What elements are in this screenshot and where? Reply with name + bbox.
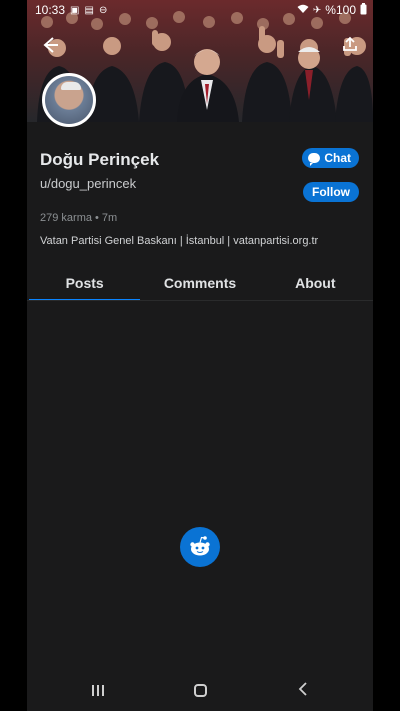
back-arrow-icon[interactable] bbox=[39, 34, 61, 56]
image-icon: ▤ bbox=[84, 4, 94, 16]
loading-snoo-icon bbox=[180, 527, 220, 567]
tabs-divider bbox=[27, 300, 373, 301]
display-name: Doğu Perinçek bbox=[40, 150, 160, 169]
left-letterbox bbox=[0, 0, 27, 711]
avatar-hair bbox=[61, 82, 81, 90]
phone-screen: 10:33 ▣ ▤ ⊖ ✈ %100 Doğu Perinçek u/dogu_… bbox=[27, 0, 373, 711]
system-nav-bar bbox=[27, 669, 373, 711]
battery-icon bbox=[360, 2, 367, 18]
right-letterbox bbox=[373, 0, 400, 711]
tab-about[interactable]: About bbox=[258, 267, 373, 301]
karma-meta: 279 karma • 7m bbox=[40, 212, 118, 224]
chat-icon bbox=[308, 153, 321, 166]
avatar[interactable] bbox=[42, 73, 96, 127]
tab-posts[interactable]: Posts bbox=[27, 267, 142, 301]
chat-label: Chat bbox=[324, 151, 351, 165]
follow-button[interactable]: Follow bbox=[303, 182, 359, 202]
circle-icon: ⊖ bbox=[98, 4, 108, 16]
nav-back-icon[interactable] bbox=[298, 681, 308, 699]
wifi-icon bbox=[297, 4, 309, 17]
follow-label: Follow bbox=[312, 185, 350, 199]
username: u/dogu_perincek bbox=[40, 176, 137, 191]
airplane-icon: ✈ bbox=[312, 4, 322, 16]
chat-button[interactable]: Chat bbox=[302, 148, 359, 168]
home-icon[interactable] bbox=[194, 683, 208, 697]
profile-tabs: Posts Comments About bbox=[27, 267, 373, 301]
status-time: 10:33 bbox=[35, 3, 66, 17]
profile-bio: Vatan Partisi Genel Baskanı | İstanbul |… bbox=[40, 235, 319, 247]
tab-comments[interactable]: Comments bbox=[142, 267, 257, 301]
status-bar: 10:33 ▣ ▤ ⊖ ✈ %100 bbox=[27, 0, 373, 20]
recent-apps-icon[interactable] bbox=[92, 684, 105, 696]
photo-icon: ▣ bbox=[70, 4, 80, 16]
battery-percent: %100 bbox=[325, 3, 356, 17]
share-icon[interactable] bbox=[341, 35, 359, 53]
